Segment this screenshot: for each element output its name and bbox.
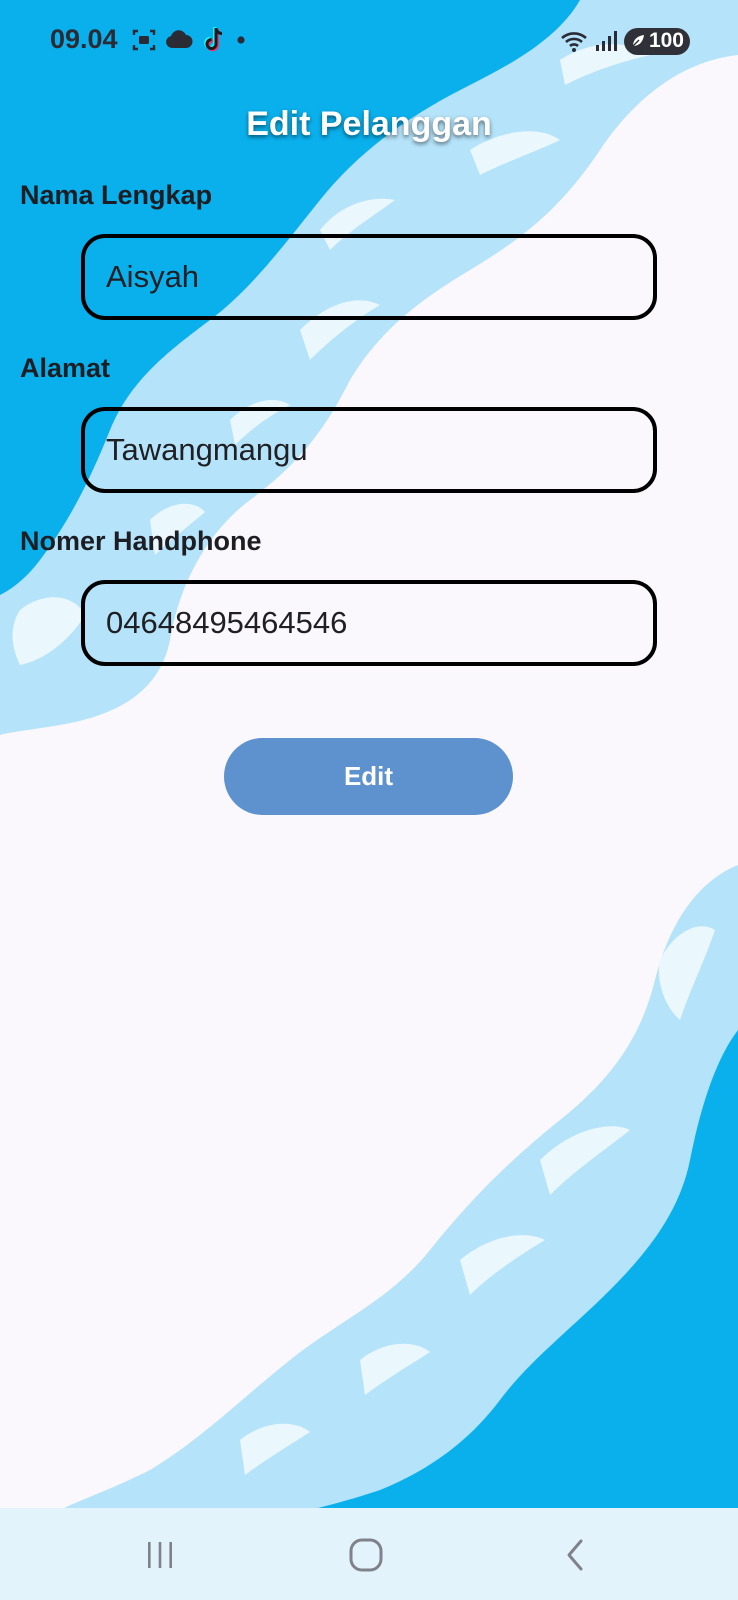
status-time: 09.04 [50, 24, 118, 54]
phone-label: Nomer Handphone [20, 526, 262, 556]
edit-button[interactable]: Edit [224, 738, 513, 815]
status-icons-left [132, 24, 247, 56]
battery-saver-icon [632, 35, 644, 47]
back-icon [567, 1539, 583, 1571]
full-name-label: Nama Lengkap [20, 180, 213, 210]
recent-apps-icon [148, 1542, 172, 1568]
signal-icon [595, 31, 617, 51]
status-icons-right: 100 [560, 26, 690, 56]
navigation-bar [0, 1508, 738, 1600]
home-button[interactable] [336, 1530, 396, 1580]
full-name-field[interactable]: Aisyah [81, 234, 657, 320]
notification-dot-icon [237, 36, 245, 44]
cloud-icon [166, 30, 193, 48]
home-icon [349, 1538, 383, 1572]
battery-indicator: 100 [623, 27, 690, 55]
status-bar: 09.04 100 [0, 0, 738, 80]
address-label: Alamat [20, 353, 111, 383]
back-button[interactable] [545, 1530, 605, 1580]
address-value: Tawangmangu [106, 432, 308, 467]
tiktok-icon [204, 27, 223, 52]
full-name-value: Aisyah [106, 259, 200, 294]
phone-field[interactable]: 04648495464546 [81, 580, 657, 666]
screenshot-icon [132, 29, 156, 51]
phone-value: 04648495464546 [106, 605, 348, 640]
battery-level: 100 [648, 29, 684, 52]
page-title: Edit Pelanggan [246, 105, 492, 143]
address-field[interactable]: Tawangmangu [81, 407, 657, 493]
wifi-icon [561, 32, 587, 52]
recent-apps-button[interactable] [130, 1530, 190, 1580]
